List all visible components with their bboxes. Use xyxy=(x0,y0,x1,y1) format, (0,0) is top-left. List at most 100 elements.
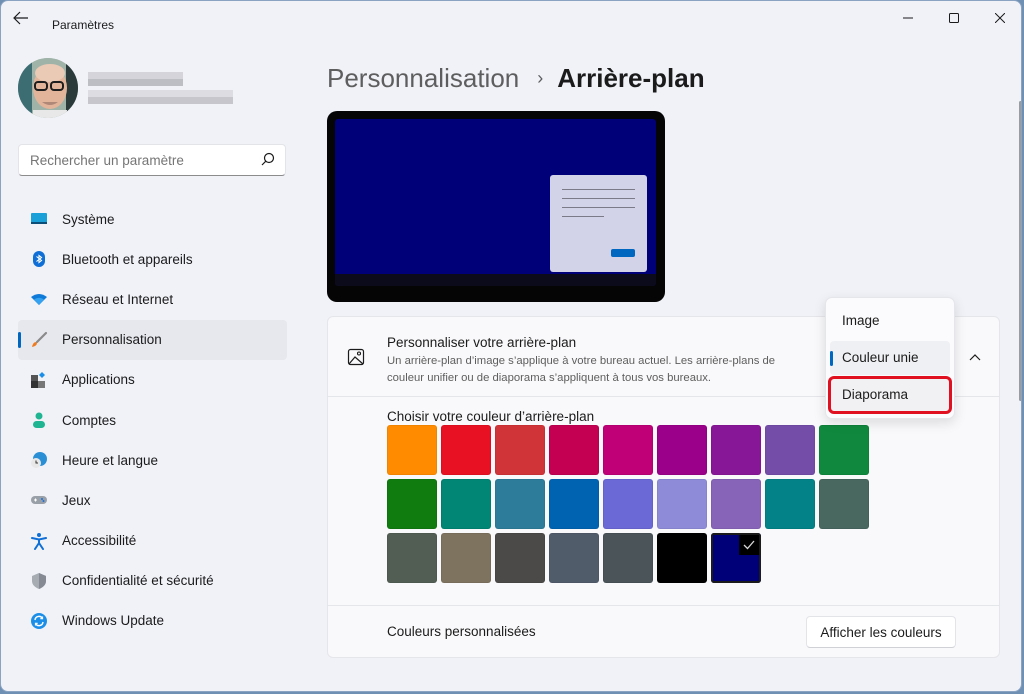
option-label: Image xyxy=(842,313,880,328)
sidebar-item-label: Confidentialité et sécurité xyxy=(62,573,214,589)
minimize-button[interactable] xyxy=(885,5,931,31)
option-label: Couleur unie xyxy=(842,350,919,365)
color-swatch[interactable] xyxy=(387,479,437,529)
color-swatch[interactable] xyxy=(657,425,707,475)
sidebar-item-time-language[interactable]: Heure et langue xyxy=(18,440,287,480)
chevron-up-icon[interactable] xyxy=(968,350,982,361)
color-swatch[interactable] xyxy=(765,479,815,529)
system-icon xyxy=(30,210,48,228)
color-swatch-grid xyxy=(387,425,872,583)
color-swatch[interactable] xyxy=(603,425,653,475)
paintbrush-icon xyxy=(30,331,48,349)
shield-icon xyxy=(30,572,48,590)
sidebar-item-system[interactable]: Système xyxy=(18,199,287,239)
sidebar-item-label: Heure et langue xyxy=(62,452,159,468)
color-swatch[interactable] xyxy=(441,533,491,583)
sidebar-nav: Système Bluetooth et appareils Réseau et… xyxy=(18,199,287,641)
show-colors-button[interactable]: Afficher les couleurs xyxy=(806,616,956,648)
sidebar-item-bluetooth[interactable]: Bluetooth et appareils xyxy=(18,239,287,279)
color-swatch[interactable] xyxy=(711,425,761,475)
color-swatch[interactable] xyxy=(819,425,869,475)
preview-sample-window xyxy=(550,175,647,272)
color-swatch[interactable] xyxy=(657,533,707,583)
preview-screen xyxy=(335,119,656,286)
color-swatch[interactable] xyxy=(549,425,599,475)
dropdown-option-image[interactable]: Image xyxy=(830,304,950,338)
color-swatch[interactable] xyxy=(495,533,545,583)
accessibility-icon xyxy=(30,532,48,550)
time-language-icon xyxy=(30,451,48,469)
color-swatch[interactable] xyxy=(711,479,761,529)
page-title: Arrière-plan xyxy=(557,62,705,93)
sidebar-item-personalization[interactable]: Personnalisation xyxy=(18,319,287,360)
scrollbar[interactable] xyxy=(1019,101,1021,401)
search-icon[interactable] xyxy=(261,152,277,168)
custom-colors-row: Couleurs personnalisées Afficher les cou… xyxy=(328,605,999,658)
title-bar: Paramètres xyxy=(1,1,1021,35)
sidebar-item-privacy[interactable]: Confidentialité et sécurité xyxy=(18,561,287,601)
color-swatch[interactable] xyxy=(441,425,491,475)
maximize-button[interactable] xyxy=(931,5,977,31)
update-icon xyxy=(30,612,48,630)
color-swatch[interactable] xyxy=(495,479,545,529)
dropdown-option-slideshow[interactable]: Diaporama xyxy=(828,376,952,414)
avatar-photo xyxy=(18,58,78,118)
back-button[interactable] xyxy=(13,11,37,27)
sidebar-item-apps[interactable]: Applications xyxy=(18,360,287,400)
breadcrumb-parent-link[interactable]: Personnalisation xyxy=(327,63,519,94)
preview-button xyxy=(611,249,635,257)
breadcrumb-chevron-icon: › xyxy=(537,67,544,88)
close-button[interactable] xyxy=(977,5,1021,31)
color-swatch[interactable] xyxy=(549,533,599,583)
minimize-icon xyxy=(903,17,913,19)
dropdown-option-solid-color[interactable]: Couleur unie xyxy=(830,341,950,375)
active-indicator xyxy=(18,331,21,348)
search-input[interactable] xyxy=(18,144,286,176)
sidebar-item-label: Comptes xyxy=(62,412,117,428)
back-arrow-icon xyxy=(13,11,28,25)
checkmark-icon xyxy=(739,535,759,555)
profile-info-blurred xyxy=(88,72,233,106)
apps-icon xyxy=(30,371,48,389)
close-icon xyxy=(995,13,1005,23)
color-swatch[interactable] xyxy=(387,533,437,583)
color-swatch[interactable] xyxy=(603,479,653,529)
app-title: Paramètres xyxy=(52,18,115,32)
color-swatch[interactable] xyxy=(819,479,869,529)
color-swatch[interactable] xyxy=(387,425,437,475)
sidebar-item-label: Bluetooth et appareils xyxy=(62,251,193,267)
color-swatch[interactable] xyxy=(657,479,707,529)
color-swatch[interactable] xyxy=(603,533,653,583)
sidebar-item-label: Windows Update xyxy=(62,613,165,629)
maximize-icon xyxy=(949,13,959,23)
color-swatch[interactable] xyxy=(711,533,761,583)
sidebar-item-accounts[interactable]: Comptes xyxy=(18,400,287,440)
gamepad-icon xyxy=(30,491,48,509)
sidebar-item-label: Applications xyxy=(62,372,135,388)
account-icon xyxy=(30,411,48,429)
color-swatch[interactable] xyxy=(765,425,815,475)
selected-indicator xyxy=(830,351,833,366)
settings-window: Paramètres Rechercher un paramètre Systè… xyxy=(0,0,1022,692)
color-swatch[interactable] xyxy=(495,425,545,475)
color-swatch[interactable] xyxy=(549,479,599,529)
sidebar-item-windows-update[interactable]: Windows Update xyxy=(18,601,287,641)
sidebar-item-accessibility[interactable]: Accessibilité xyxy=(18,521,287,561)
background-type-dropdown[interactable]: Image Couleur unie Diaporama xyxy=(825,297,955,419)
sidebar-item-network[interactable]: Réseau et Internet xyxy=(18,279,287,319)
card-description: Un arrière-plan d’image s’applique à vot… xyxy=(387,355,776,384)
sidebar-item-label: Jeux xyxy=(62,492,91,508)
card-title: Personnaliser votre arrière-plan xyxy=(387,335,577,350)
custom-colors-label: Couleurs personnalisées xyxy=(387,624,536,639)
preview-taskbar xyxy=(335,274,656,286)
sidebar-item-label: Personnalisation xyxy=(62,332,162,348)
avatar[interactable] xyxy=(18,58,78,118)
color-picker-label: Choisir votre couleur d’arrière-plan xyxy=(387,409,595,424)
wifi-icon xyxy=(30,290,48,308)
breadcrumb: Personnalisation › Arrière-plan xyxy=(327,61,705,95)
image-icon xyxy=(347,348,365,366)
color-swatch[interactable] xyxy=(441,479,491,529)
sidebar-item-gaming[interactable]: Jeux xyxy=(18,480,287,520)
desktop-preview xyxy=(327,111,665,302)
bluetooth-icon xyxy=(30,250,48,268)
